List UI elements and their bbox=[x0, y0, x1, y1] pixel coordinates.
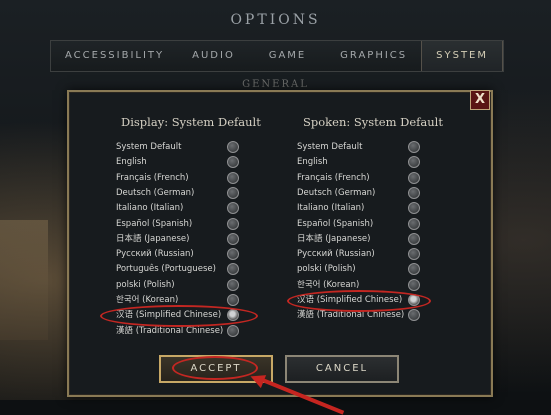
close-button[interactable]: X bbox=[470, 90, 490, 110]
background-ruins bbox=[0, 220, 48, 340]
display-language-option[interactable]: System Default bbox=[116, 140, 239, 154]
display-language-option-label: polski (Polish) bbox=[116, 279, 175, 290]
display-language-option-label: Français (French) bbox=[116, 172, 189, 183]
spoken-language-option[interactable]: System Default bbox=[297, 140, 420, 154]
tab-bar: ACCESSIBILITY AUDIO GAME GRAPHICS SYSTEM bbox=[50, 40, 504, 72]
display-language-option[interactable]: polski (Polish) bbox=[116, 278, 239, 292]
cancel-button[interactable]: CANCEL bbox=[285, 355, 399, 383]
spoken-language-radio-button[interactable] bbox=[408, 202, 420, 215]
spoken-language-option[interactable]: English bbox=[297, 155, 420, 169]
spoken-language-radio-button[interactable] bbox=[408, 278, 420, 291]
display-language-option-label: 日本語 (Japanese) bbox=[116, 233, 190, 244]
spoken-language-option[interactable]: polski (Polish) bbox=[297, 262, 420, 276]
spoken-language-radio-button[interactable] bbox=[408, 217, 420, 230]
spoken-language-option-label: Español (Spanish) bbox=[297, 218, 374, 229]
spoken-language-option-label: English bbox=[297, 157, 328, 168]
display-language-option[interactable]: Deutsch (German) bbox=[116, 186, 239, 200]
display-language-radio-button[interactable] bbox=[227, 186, 239, 199]
tab-game[interactable]: GAME bbox=[249, 41, 326, 71]
display-language-radio-button[interactable] bbox=[227, 171, 239, 184]
section-label: GENERAL bbox=[242, 79, 309, 90]
page-title: OPTIONS bbox=[230, 12, 321, 28]
display-language-option[interactable]: Pусский (Russian) bbox=[116, 247, 239, 261]
display-language-option-label: Italiano (Italian) bbox=[116, 203, 184, 214]
display-language-radio-button[interactable] bbox=[227, 202, 239, 215]
spoken-language-radio-button[interactable] bbox=[408, 141, 420, 153]
display-language-option-label: Português (Portuguese) bbox=[116, 264, 216, 275]
display-language-radio-button[interactable] bbox=[227, 156, 239, 169]
display-language-option-label: Pусский (Russian) bbox=[116, 249, 194, 260]
display-language-option[interactable]: Español (Spanish) bbox=[116, 217, 239, 231]
display-language-radio-button[interactable] bbox=[227, 263, 239, 276]
display-language-option[interactable]: Français (French) bbox=[116, 171, 239, 185]
tab-graphics[interactable]: GRAPHICS bbox=[326, 41, 421, 71]
spoken-language-option-label: Français (French) bbox=[297, 172, 370, 183]
display-language-option-label: Español (Spanish) bbox=[116, 218, 193, 229]
display-language-option[interactable]: 日本語 (Japanese) bbox=[116, 232, 239, 246]
display-language-option-label: System Default bbox=[116, 142, 182, 152]
spoken-language-radio-button[interactable] bbox=[408, 186, 420, 199]
spoken-language-option-label: System Default bbox=[297, 142, 363, 152]
display-language-radio-button[interactable] bbox=[227, 294, 239, 306]
spoken-language-option-label: Italiano (Italian) bbox=[297, 203, 365, 214]
tab-audio[interactable]: AUDIO bbox=[178, 41, 249, 71]
display-language-option[interactable]: English bbox=[116, 155, 239, 169]
spoken-language-option-label: Deutsch (German) bbox=[297, 187, 376, 198]
tab-system[interactable]: SYSTEM bbox=[421, 41, 503, 71]
spoken-language-radio-button[interactable] bbox=[408, 309, 420, 322]
spoken-language-option[interactable]: Pусский (Russian) bbox=[297, 247, 420, 261]
spoken-language-option[interactable]: 日本語 (Japanese) bbox=[297, 232, 420, 246]
tab-accessibility[interactable]: ACCESSIBILITY bbox=[51, 41, 178, 71]
display-language-option-label: Deutsch (German) bbox=[116, 187, 195, 198]
spoken-language-option[interactable]: Français (French) bbox=[297, 171, 420, 185]
spoken-language-title: Spoken: System Default bbox=[303, 115, 443, 129]
spoken-language-option-label: polski (Polish) bbox=[297, 264, 356, 275]
spoken-language-radio-button[interactable] bbox=[408, 171, 420, 184]
display-language-option[interactable]: Português (Portuguese) bbox=[116, 262, 239, 276]
spoken-language-radio-button[interactable] bbox=[408, 263, 420, 276]
spoken-language-option-label: 日本語 (Japanese) bbox=[297, 233, 371, 244]
spoken-language-radio-button[interactable] bbox=[408, 232, 420, 245]
display-selection-highlight bbox=[100, 305, 258, 327]
display-language-radio-button[interactable] bbox=[227, 324, 239, 337]
spoken-language-option[interactable]: Español (Spanish) bbox=[297, 217, 420, 231]
spoken-language-option-label: Pусский (Russian) bbox=[297, 249, 375, 260]
spoken-language-radio-button[interactable] bbox=[408, 248, 420, 261]
display-language-title: Display: System Default bbox=[121, 115, 261, 129]
display-language-radio-button[interactable] bbox=[227, 141, 239, 153]
display-language-radio-button[interactable] bbox=[227, 232, 239, 245]
display-language-radio-button[interactable] bbox=[227, 278, 239, 291]
accept-highlight bbox=[172, 356, 258, 380]
spoken-language-option[interactable]: Deutsch (German) bbox=[297, 186, 420, 200]
spoken-language-radio-button[interactable] bbox=[408, 156, 420, 169]
spoken-selection-highlight bbox=[287, 290, 431, 312]
display-language-option-label: English bbox=[116, 157, 147, 168]
display-language-option[interactable]: Italiano (Italian) bbox=[116, 201, 239, 215]
display-language-radio-button[interactable] bbox=[227, 217, 239, 230]
display-language-radio-button[interactable] bbox=[227, 248, 239, 261]
spoken-language-option[interactable]: Italiano (Italian) bbox=[297, 201, 420, 215]
